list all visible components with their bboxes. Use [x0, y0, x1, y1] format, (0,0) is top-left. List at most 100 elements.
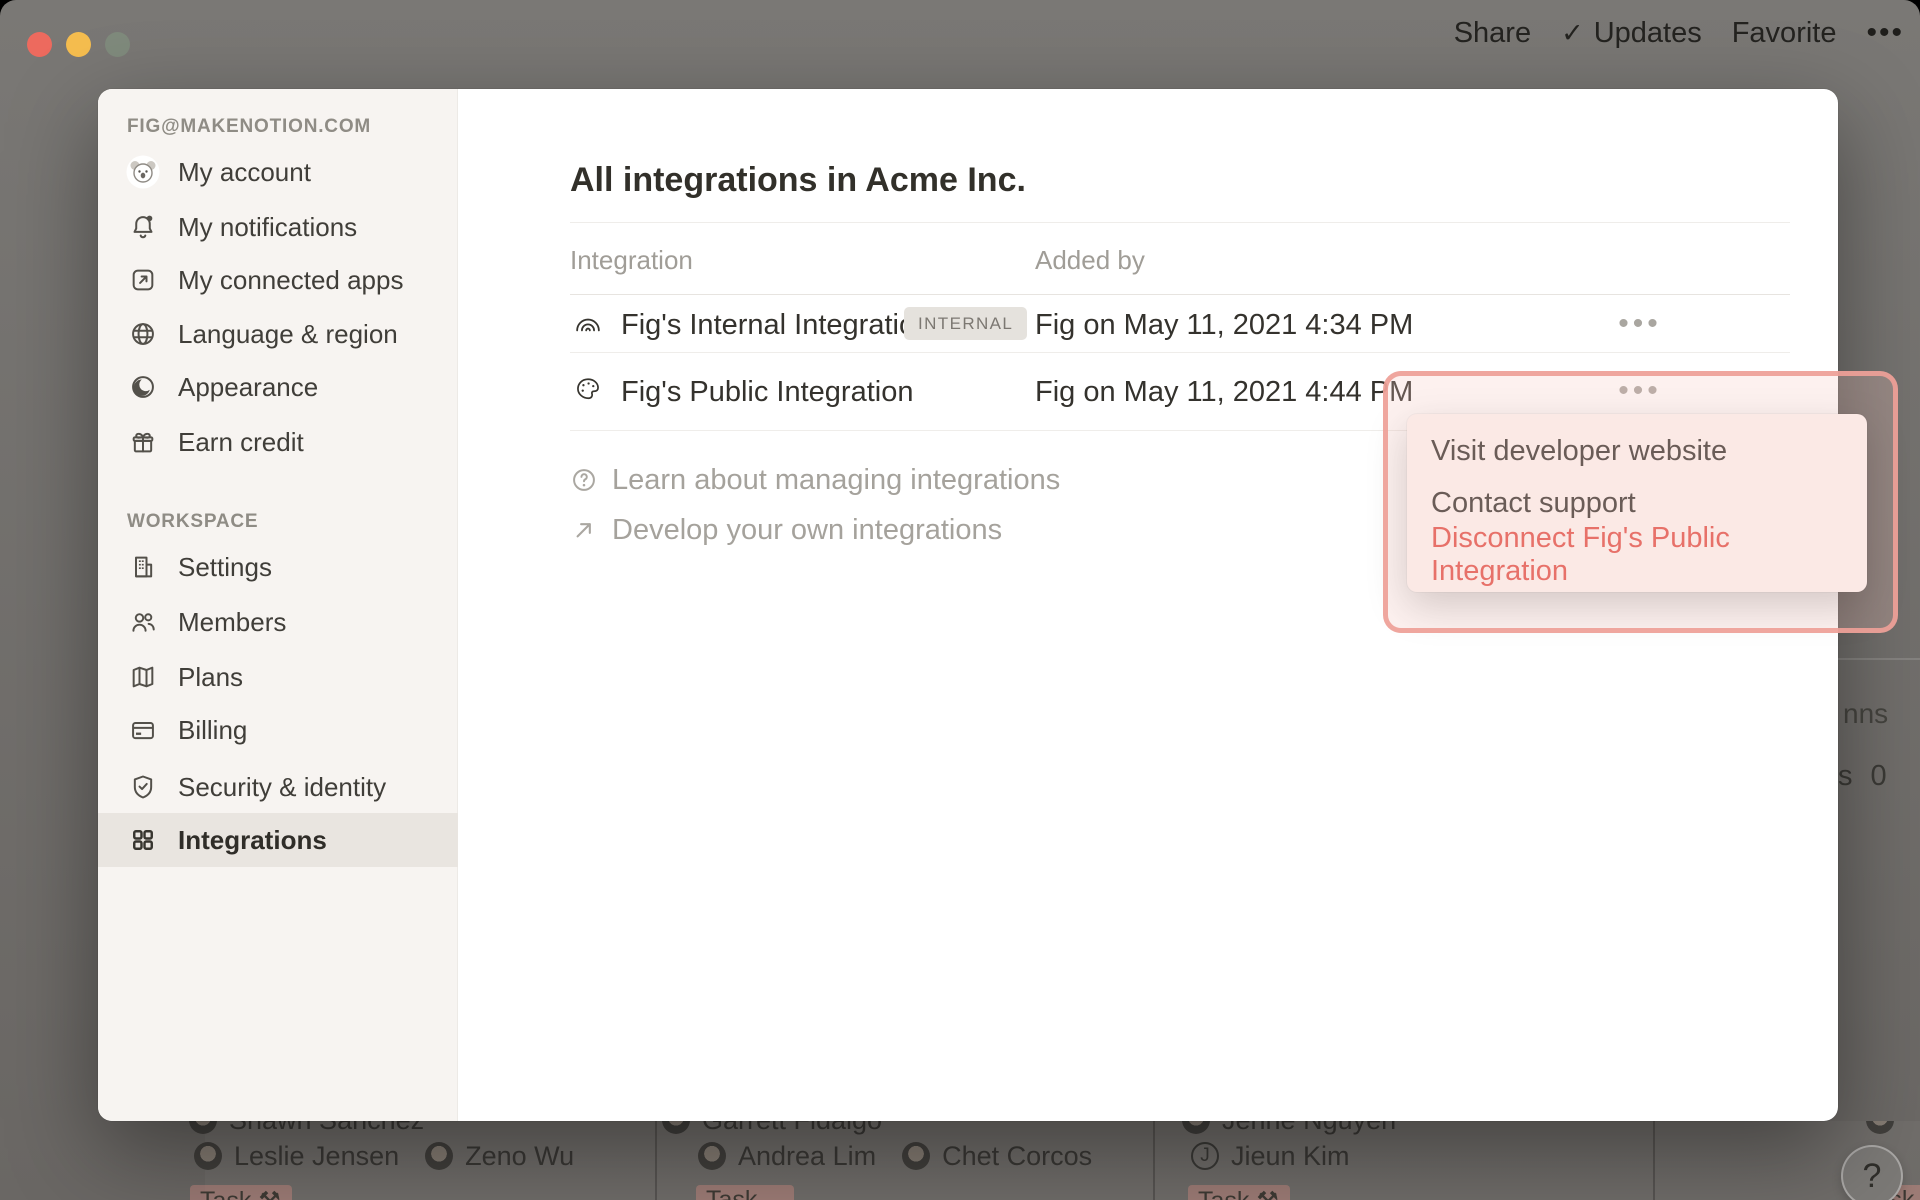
column-header-added-by: Added by	[1035, 245, 1145, 276]
task-chip: Task ⚒	[190, 1185, 292, 1200]
rainbow-doodle-icon	[572, 307, 604, 339]
help-button[interactable]: ?	[1841, 1145, 1903, 1200]
avatar	[1866, 1121, 1894, 1134]
board-column-divider	[1653, 1121, 1655, 1200]
sidebar-item-label: My account	[178, 157, 311, 188]
koala-avatar-icon	[126, 155, 160, 189]
person-row: Jenne Nguyen	[1182, 1121, 1396, 1134]
sidebar-item-label: Earn credit	[178, 427, 304, 458]
minimize-window-button[interactable]	[66, 32, 91, 57]
notion-app-window: Share ✓ Updates Favorite ••• nns s 0 Sha…	[0, 0, 1920, 1200]
close-window-button[interactable]	[27, 32, 52, 57]
person-name: Andrea Lim	[738, 1141, 876, 1172]
link-label: Learn about managing integrations	[612, 464, 1060, 497]
integration-name: Fig's Public Integration	[621, 376, 913, 409]
people-icon	[126, 605, 160, 639]
avatar	[194, 1142, 222, 1170]
bell-icon	[126, 210, 160, 244]
person-name: Zeno Wu	[465, 1141, 574, 1172]
sidebar-item-label: Settings	[178, 552, 272, 583]
sidebar-item-my-notifications[interactable]: My notifications	[98, 200, 458, 254]
person-row: Leslie Jensen Zeno Wu	[194, 1142, 574, 1170]
sidebar-item-settings[interactable]: Settings	[98, 540, 458, 594]
person-row: Andrea Lim Chet Corcos	[698, 1142, 1092, 1170]
question-circle-icon	[570, 466, 598, 494]
background-board-strip: Shawn Sanchez Leslie Jensen Zeno Wu Task…	[0, 1121, 1920, 1200]
settings-modal: FIG@MAKENOTION.COM My account My notific…	[98, 89, 1838, 1121]
row-more-options-icon[interactable]: •••	[1598, 374, 1682, 408]
sidebar-item-label: My notifications	[178, 212, 357, 243]
account-email-label: FIG@MAKENOTION.COM	[127, 116, 371, 138]
row-more-options-icon[interactable]: •••	[1598, 307, 1682, 341]
arrow-out-square-icon	[126, 263, 160, 297]
sidebar-item-label: Plans	[178, 662, 243, 693]
sidebar-item-label: Security & identity	[178, 772, 386, 803]
titlebar: Share ✓ Updates Favorite •••	[0, 0, 1920, 66]
person-name: Garrett Fidalgo	[702, 1121, 882, 1136]
cut-count-value: 0	[1871, 760, 1887, 793]
sidebar-item-label: Members	[178, 607, 286, 638]
sidebar-item-my-account[interactable]: My account	[98, 145, 458, 199]
grid-icon	[126, 823, 160, 857]
avatar	[662, 1121, 690, 1134]
task-chip: Task ⚒	[1188, 1185, 1290, 1200]
integration-name: Fig's Internal Integration	[621, 309, 931, 342]
menu-item-visit-developer-website[interactable]: Visit developer website	[1407, 425, 1867, 477]
updates-label: Updates	[1594, 17, 1702, 50]
person-row: J Jieun Kim	[1191, 1142, 1350, 1170]
person-name: Shawn Sanchez	[229, 1121, 424, 1136]
avatar	[902, 1142, 930, 1170]
cut-text-left: s	[1838, 760, 1853, 793]
sidebar-item-label: Integrations	[178, 825, 327, 856]
settings-sidebar: FIG@MAKENOTION.COM My account My notific…	[98, 89, 458, 1121]
more-options-icon[interactable]: •••	[1866, 16, 1904, 50]
sidebar-item-label: Billing	[178, 715, 247, 746]
background-cut-count: s 0	[1838, 760, 1887, 793]
added-by-value: Fig on May 11, 2021 4:44 PM	[1035, 376, 1413, 409]
background-divider-line	[1838, 658, 1920, 660]
gift-icon	[126, 425, 160, 459]
person-row: Garrett Fidalgo	[662, 1121, 882, 1134]
palette-doodle-icon	[572, 374, 604, 406]
page-title: All integrations in Acme Inc.	[570, 161, 1026, 200]
arrow-up-right-icon	[570, 516, 598, 544]
sidebar-item-members[interactable]: Members	[98, 595, 458, 649]
person-name: Jenne Nguyen	[1222, 1121, 1396, 1136]
integration-context-menu: Visit developer website Contact support …	[1407, 414, 1867, 592]
map-icon	[126, 660, 160, 694]
person-name: Leslie Jensen	[234, 1141, 399, 1172]
share-button[interactable]: Share	[1454, 17, 1531, 50]
board-column-divider	[1153, 1121, 1155, 1200]
person-row	[1866, 1121, 1894, 1134]
develop-integrations-link[interactable]: Develop your own integrations	[570, 515, 1002, 545]
workspace-section-label: WORKSPACE	[127, 511, 258, 533]
menu-item-disconnect-integration[interactable]: Disconnect Fig's Public Integration	[1407, 529, 1867, 581]
link-label: Develop your own integrations	[612, 514, 1002, 547]
sidebar-item-integrations[interactable]: Integrations	[98, 813, 458, 867]
letter-avatar: J	[1191, 1142, 1219, 1170]
shield-check-icon	[126, 770, 160, 804]
person-row: Shawn Sanchez	[189, 1121, 424, 1134]
updates-button[interactable]: ✓ Updates	[1561, 17, 1702, 50]
person-name: Jieun Kim	[1231, 1141, 1350, 1172]
learn-integrations-link[interactable]: Learn about managing integrations	[570, 465, 1060, 495]
sidebar-item-security-identity[interactable]: Security & identity	[98, 760, 458, 814]
task-chip: Task ⚒	[696, 1185, 794, 1200]
sidebar-item-plans[interactable]: Plans	[98, 650, 458, 704]
building-icon	[126, 550, 160, 584]
zoom-window-button[interactable]	[105, 32, 130, 57]
column-header-integration: Integration	[570, 245, 693, 276]
divider	[570, 222, 1790, 223]
integration-row: Fig's Internal Integration INTERNAL Fig …	[98, 294, 1838, 352]
added-by-value: Fig on May 11, 2021 4:34 PM	[1035, 309, 1413, 342]
credit-card-icon	[126, 713, 160, 747]
sidebar-item-label: My connected apps	[178, 265, 403, 296]
sidebar-item-billing[interactable]: Billing	[98, 703, 458, 757]
favorite-button[interactable]: Favorite	[1732, 17, 1837, 50]
check-icon: ✓	[1561, 18, 1584, 49]
avatar	[698, 1142, 726, 1170]
background-cut-text: nns	[1843, 698, 1888, 730]
avatar	[425, 1142, 453, 1170]
internal-badge: INTERNAL	[904, 307, 1027, 340]
avatar	[189, 1121, 217, 1134]
